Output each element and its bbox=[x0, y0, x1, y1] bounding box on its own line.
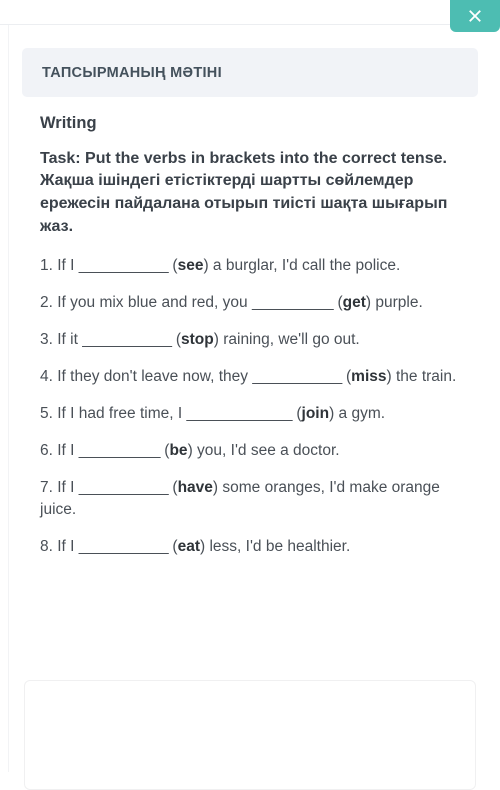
question-number: 6. bbox=[40, 441, 58, 459]
question-item: 3. If it ___________ (stop) raining, we'… bbox=[40, 329, 460, 351]
question-text-after: a burglar, I'd call the police. bbox=[208, 256, 401, 274]
question-text-after: a gym. bbox=[334, 404, 386, 422]
question-text-before: If you mix blue and red, you bbox=[57, 293, 252, 311]
section-heading: Writing bbox=[40, 114, 97, 132]
question-text-before: If they don't leave now, they bbox=[57, 367, 253, 385]
question-text-before: If I bbox=[57, 537, 79, 555]
question-text-after: you, I'd see a doctor. bbox=[192, 441, 340, 459]
question-number: 5. bbox=[40, 404, 58, 422]
question-item: 8. If I ___________ (eat) less, I'd be h… bbox=[40, 536, 460, 558]
close-icon bbox=[467, 8, 483, 24]
question-blank: ___________ bbox=[78, 478, 169, 496]
task-instructions: Task: Put the verbs in brackets into the… bbox=[40, 149, 448, 235]
question-list: 1. If I ___________ (see) a burglar, I'd… bbox=[40, 255, 460, 558]
question-blank: ___________ bbox=[82, 330, 172, 348]
task-modal: ТАПСЫРМАНЫҢ МӘТІНІ Writing Task: Put the… bbox=[0, 0, 500, 790]
question-blank: __________ bbox=[251, 293, 334, 311]
modal-title: ТАПСЫРМАНЫҢ МӘТІНІ bbox=[42, 64, 222, 81]
question-item: 4. If they don't leave now, they _______… bbox=[40, 366, 460, 388]
answer-input-area[interactable] bbox=[24, 680, 476, 790]
question-text-after: raining, we'll go out. bbox=[218, 330, 360, 348]
question-verb-hint: (see) bbox=[168, 256, 209, 274]
question-item: 1. If I ___________ (see) a burglar, I'd… bbox=[40, 255, 460, 277]
question-number: 1. bbox=[40, 256, 58, 274]
question-verb-hint: (be) bbox=[160, 441, 193, 459]
question-verb-hint: (get) bbox=[333, 293, 372, 311]
header-divider bbox=[0, 24, 500, 25]
question-number: 2. bbox=[40, 293, 58, 311]
question-text-before: If it bbox=[57, 330, 83, 348]
question-text-after: the train. bbox=[391, 367, 457, 385]
close-button[interactable] bbox=[450, 0, 500, 32]
question-verb-hint: (join) bbox=[292, 404, 335, 422]
question-verb-hint: (have) bbox=[168, 478, 219, 496]
question-verb-hint: (eat) bbox=[168, 537, 206, 555]
question-blank: ___________ bbox=[252, 367, 342, 385]
left-gutter-divider bbox=[8, 25, 9, 772]
question-number: 7. bbox=[40, 478, 58, 496]
question-text-before: If I had free time, I bbox=[57, 404, 187, 422]
question-item: 6. If I __________ (be) you, I'd see a d… bbox=[40, 440, 460, 462]
question-blank: __________ bbox=[78, 441, 161, 459]
question-text-after: purple. bbox=[371, 293, 423, 311]
question-number: 8. bbox=[40, 537, 58, 555]
question-text-before: If I bbox=[57, 478, 79, 496]
question-verb-hint: (miss) bbox=[341, 367, 392, 385]
question-text-before: If I bbox=[57, 441, 79, 459]
question-item: 5. If I had free time, I _____________ (… bbox=[40, 403, 460, 425]
task-content: Writing Task: Put the verbs in brackets … bbox=[40, 113, 460, 573]
question-number: 4. bbox=[40, 367, 58, 385]
question-item: 7. If I ___________ (have) some oranges,… bbox=[40, 477, 460, 521]
question-verb-hint: (stop) bbox=[171, 330, 219, 348]
question-number: 3. bbox=[40, 330, 58, 348]
question-blank: ___________ bbox=[78, 256, 169, 274]
question-blank: ___________ bbox=[78, 537, 169, 555]
modal-title-band: ТАПСЫРМАНЫҢ МӘТІНІ bbox=[22, 48, 478, 97]
question-blank: _____________ bbox=[186, 404, 293, 422]
question-item: 2. If you mix blue and red, you ________… bbox=[40, 292, 460, 314]
question-text-before: If I bbox=[57, 256, 79, 274]
question-text-after: less, I'd be healthier. bbox=[205, 537, 351, 555]
